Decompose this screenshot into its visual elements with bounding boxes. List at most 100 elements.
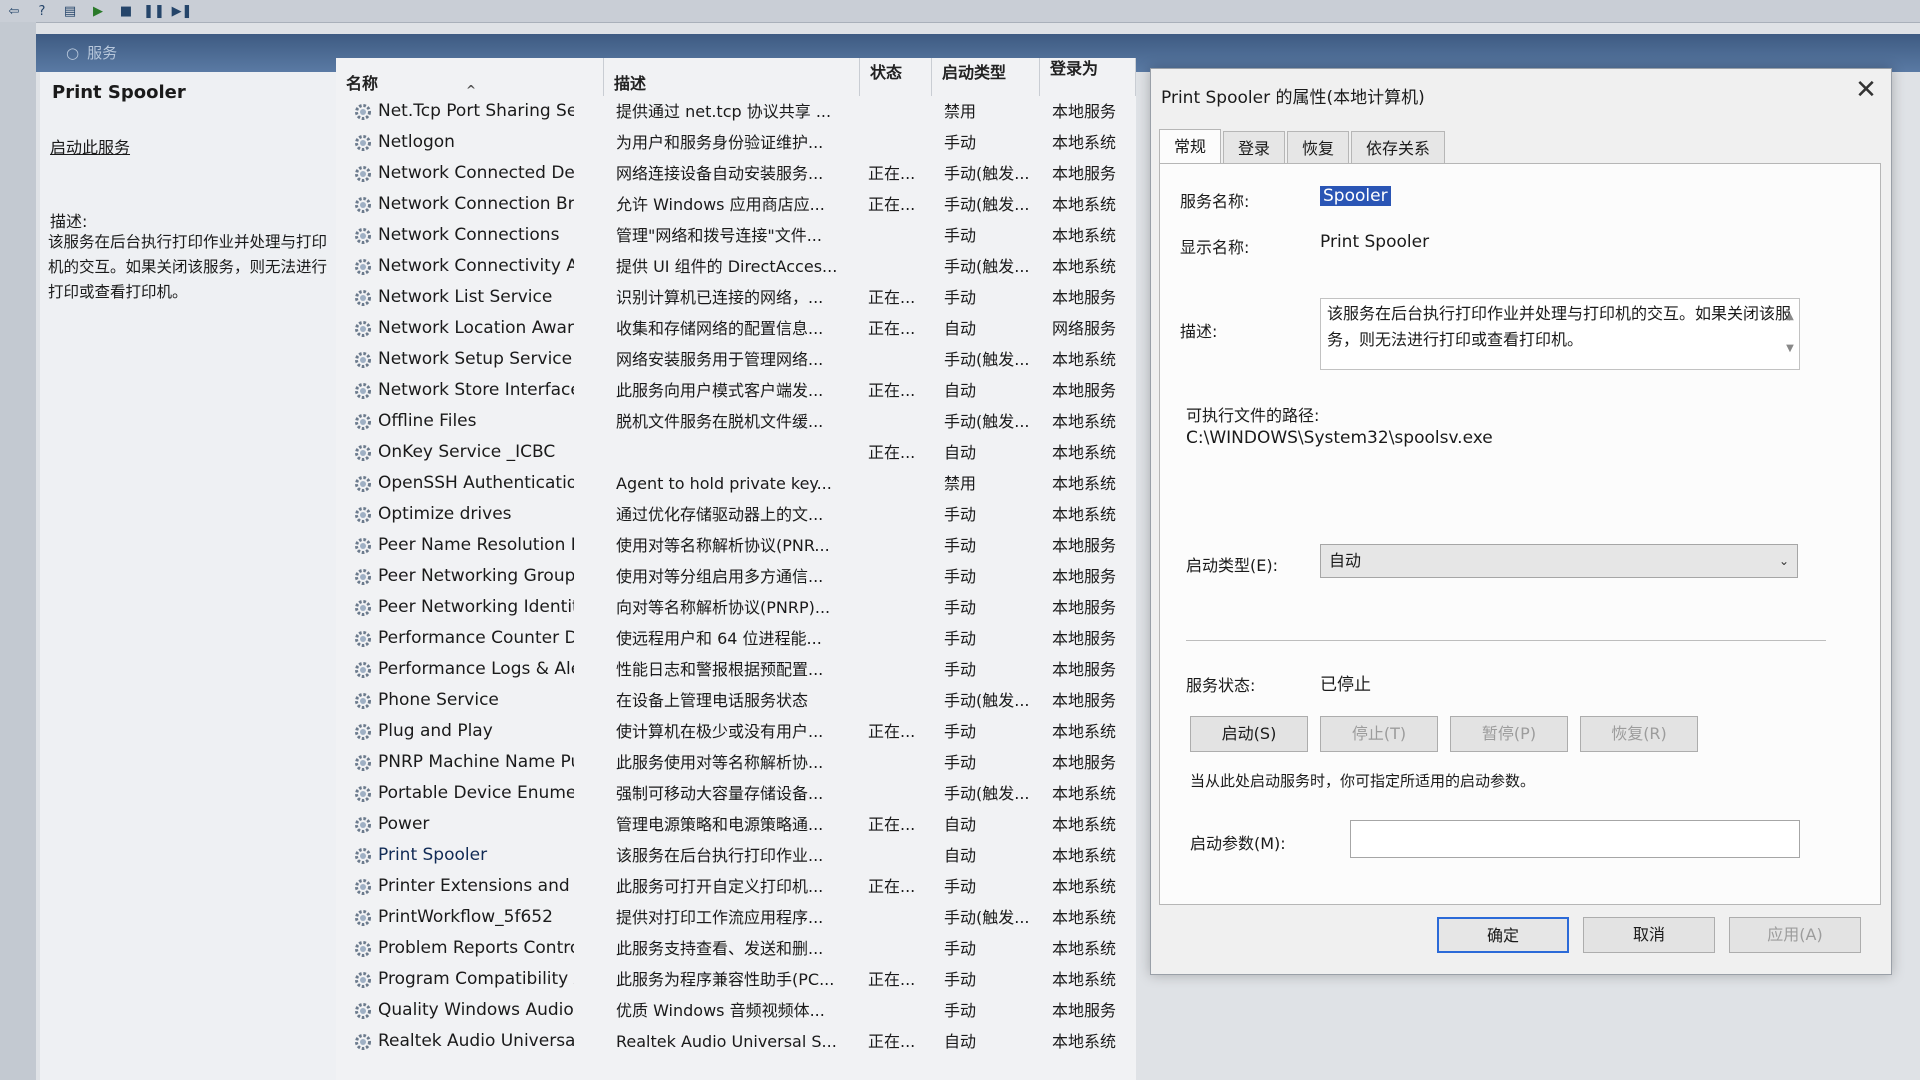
ok-button[interactable]: 确定 bbox=[1437, 917, 1569, 953]
service-description: 此服务使用对等名称解析协... bbox=[616, 753, 824, 772]
service-startup-type: 手动 bbox=[944, 660, 977, 679]
service-logon-as: 本地系统 bbox=[1052, 350, 1117, 369]
console-tree-strip bbox=[0, 22, 36, 1080]
table-row[interactable]: Net.Tcp Port Sharing Ser... 提供通过 net.tcp … bbox=[336, 96, 1136, 127]
display-name-label: 显示名称: bbox=[1180, 238, 1250, 257]
table-row[interactable]: Portable Device Enumera... 强制可移动大容量存储设备..… bbox=[336, 778, 1136, 809]
dialog-description-box[interactable]: 该服务在后台执行打印作业并处理与打印机的交互。如果关闭该服务，则无法进行打印或查… bbox=[1320, 298, 1800, 370]
table-row[interactable]: Print Spooler 该服务在后台执行打印作业... 自动 本地系统 bbox=[336, 840, 1136, 871]
table-row[interactable]: Peer Networking Groupi... 使用对等分组启用多方通信...… bbox=[336, 561, 1136, 592]
service-startup-type: 手动 bbox=[944, 722, 977, 741]
startup-type-select[interactable]: 自动 ⌄ bbox=[1320, 544, 1798, 578]
cancel-button[interactable]: 取消 bbox=[1583, 917, 1715, 953]
table-row[interactable]: Network Setup Service 网络安装服务用于管理网络... 手动(触… bbox=[336, 344, 1136, 375]
gear-icon bbox=[355, 786, 371, 802]
service-name: Printer Extensions and N... bbox=[378, 876, 574, 896]
resume-button[interactable]: 恢复(R) bbox=[1580, 716, 1698, 752]
gear-icon bbox=[355, 414, 371, 430]
table-row[interactable]: Network List Service 识别计算机已连接的网络，... 正在...… bbox=[336, 282, 1136, 313]
properties-icon[interactable]: ▤ bbox=[60, 2, 80, 20]
service-startup-type: 禁用 bbox=[944, 474, 977, 493]
pause-button[interactable]: 暂停(P) bbox=[1450, 716, 1568, 752]
start-service-link[interactable]: 启动此服务 bbox=[50, 134, 130, 158]
service-logon-as: 本地服务 bbox=[1052, 753, 1117, 772]
service-name-value[interactable]: Spooler bbox=[1320, 186, 1391, 206]
tab-recovery[interactable]: 恢复 bbox=[1287, 131, 1350, 164]
table-row[interactable]: Problem Reports Control... 此服务支持查看、发送和删..… bbox=[336, 933, 1136, 964]
table-row[interactable]: OnKey Service _ICBC 正在... 自动 本地系统 bbox=[336, 437, 1136, 468]
table-row[interactable]: Network Connections 管理"网络和拨号连接"文件... 手动 本地系… bbox=[336, 220, 1136, 251]
table-row[interactable]: Offline Files 脱机文件服务在脱机文件缓... 手动(触发... 本地系统 bbox=[336, 406, 1136, 437]
service-logon-as: 网络服务 bbox=[1052, 319, 1117, 338]
column-header-startup[interactable]: 启动类型 bbox=[932, 58, 1040, 96]
table-row[interactable]: Realtek Audio Universal ... Realtek Audio… bbox=[336, 1026, 1136, 1057]
startup-type-value: 自动 bbox=[1329, 551, 1362, 570]
start-params-input[interactable] bbox=[1350, 820, 1800, 858]
service-name: Plug and Play bbox=[378, 721, 493, 741]
table-row[interactable]: PrintWorkflow_5f652 提供对打印工作流应用程序... 手动(触发.… bbox=[336, 902, 1136, 933]
service-logon-as: 本地服务 bbox=[1052, 1001, 1117, 1020]
service-logon-as: 本地服务 bbox=[1052, 629, 1117, 648]
service-startup-type: 手动 bbox=[944, 567, 977, 586]
column-header-logon[interactable]: 登录为 bbox=[1040, 58, 1136, 96]
table-row[interactable]: PNRP Machine Name Pu... 此服务使用对等名称解析协... 手动… bbox=[336, 747, 1136, 778]
description-scrollbar[interactable]: ▲ ▼ bbox=[1783, 301, 1797, 367]
start-button[interactable]: 启动(S) bbox=[1190, 716, 1308, 752]
play-icon[interactable]: ▶ bbox=[88, 2, 108, 20]
pause-icon[interactable]: ❚❚ bbox=[143, 2, 165, 20]
table-row[interactable]: Plug and Play 使计算机在极少或没有用户... 正在... 手动 本地系统 bbox=[336, 716, 1136, 747]
back-icon[interactable]: ⇦ bbox=[4, 2, 24, 20]
table-row[interactable]: Peer Name Resolution Pr... 使用对等名称解析协议(PNR… bbox=[336, 530, 1136, 561]
stop-icon[interactable]: ■ bbox=[116, 2, 136, 20]
tab-general[interactable]: 常规 bbox=[1159, 129, 1222, 164]
table-row[interactable]: Performance Counter DL... 使远程用户和 64 位进程能.… bbox=[336, 623, 1136, 654]
table-row[interactable]: Program Compatibility A... 此服务为程序兼容性助手(PC… bbox=[336, 964, 1136, 995]
table-row[interactable]: Performance Logs & Aler... 性能日志和警报根据预配置..… bbox=[336, 654, 1136, 685]
executable-path-value: C:\WINDOWS\System32\spoolsv.exe bbox=[1186, 428, 1493, 448]
display-name-value[interactable]: Print Spooler bbox=[1320, 232, 1429, 252]
service-name: Performance Counter DL... bbox=[378, 628, 574, 648]
service-logon-as: 本地服务 bbox=[1052, 102, 1117, 121]
service-status: 正在... bbox=[868, 1032, 916, 1051]
service-startup-type: 自动 bbox=[944, 1032, 977, 1051]
column-header-name[interactable]: 名称 ^ bbox=[336, 58, 604, 97]
column-header-status[interactable]: 状态 bbox=[860, 58, 932, 96]
service-startup-type: 手动 bbox=[944, 598, 977, 617]
gear-icon bbox=[355, 972, 371, 988]
service-name: Network Connections bbox=[378, 225, 560, 245]
service-startup-type: 手动(触发... bbox=[944, 195, 1030, 214]
table-row[interactable]: Network Location Aware... 收集和存储网络的配置信息...… bbox=[336, 313, 1136, 344]
table-row[interactable]: OpenSSH Authentication ... Agent to hold … bbox=[336, 468, 1136, 499]
table-row[interactable]: Network Connectivity Ass... 提供 UI 组件的 Dir… bbox=[336, 251, 1136, 282]
table-row[interactable]: Network Connection Bro... 允许 Windows 应用商店… bbox=[336, 189, 1136, 220]
tab-dependencies[interactable]: 依存关系 bbox=[1351, 131, 1446, 164]
table-row[interactable]: Netlogon 为用户和服务身份验证维护... 手动 本地系统 bbox=[336, 127, 1136, 158]
service-startup-type: 手动(触发... bbox=[944, 164, 1030, 183]
close-icon[interactable]: ✕ bbox=[1851, 75, 1881, 105]
stop-button[interactable]: 停止(T) bbox=[1320, 716, 1438, 752]
table-row[interactable]: Network Connected Devi... 网络连接设备自动安装服务...… bbox=[336, 158, 1136, 189]
table-row[interactable]: Phone Service 在设备上管理电话服务状态 手动(触发... 本地服务 bbox=[336, 685, 1136, 716]
table-row[interactable]: Network Store Interface ... 此服务向用户模式客户端发.… bbox=[336, 375, 1136, 406]
gear-icon bbox=[355, 1003, 371, 1019]
service-startup-type: 手动(触发... bbox=[944, 784, 1030, 803]
resume-icon[interactable]: ▶❚ bbox=[172, 2, 193, 20]
table-row[interactable]: Quality Windows Audio V... 优质 Windows 音频视… bbox=[336, 995, 1136, 1026]
table-row[interactable]: Power 管理电源策略和电源策略通... 正在... 自动 本地系统 bbox=[336, 809, 1136, 840]
services-header-title: ○ 服务 bbox=[58, 42, 117, 63]
column-header-description[interactable]: 描述 bbox=[604, 58, 860, 96]
service-description: 使用对等分组启用多方通信... bbox=[616, 567, 824, 586]
tab-logon[interactable]: 登录 bbox=[1223, 131, 1286, 164]
service-name: Peer Networking Groupi... bbox=[378, 566, 574, 586]
apply-button[interactable]: 应用(A) bbox=[1729, 917, 1861, 953]
service-name: Optimize drives bbox=[378, 504, 512, 524]
table-row[interactable]: Optimize drives 通过优化存储驱动器上的文... 手动 本地系统 bbox=[336, 499, 1136, 530]
table-row[interactable]: Peer Networking Identity... 向对等名称解析协议(PNR… bbox=[336, 592, 1136, 623]
service-description: 使计算机在极少或没有用户... bbox=[616, 722, 824, 741]
help-icon[interactable]: ? bbox=[32, 2, 52, 20]
service-description: 优质 Windows 音频视频体... bbox=[616, 1001, 825, 1020]
table-row[interactable]: Printer Extensions and N... 此服务可打开自定义打印机.… bbox=[336, 871, 1136, 902]
gear-icon bbox=[355, 259, 371, 275]
service-name: Network List Service bbox=[378, 287, 553, 307]
service-startup-type: 手动 bbox=[944, 133, 977, 152]
